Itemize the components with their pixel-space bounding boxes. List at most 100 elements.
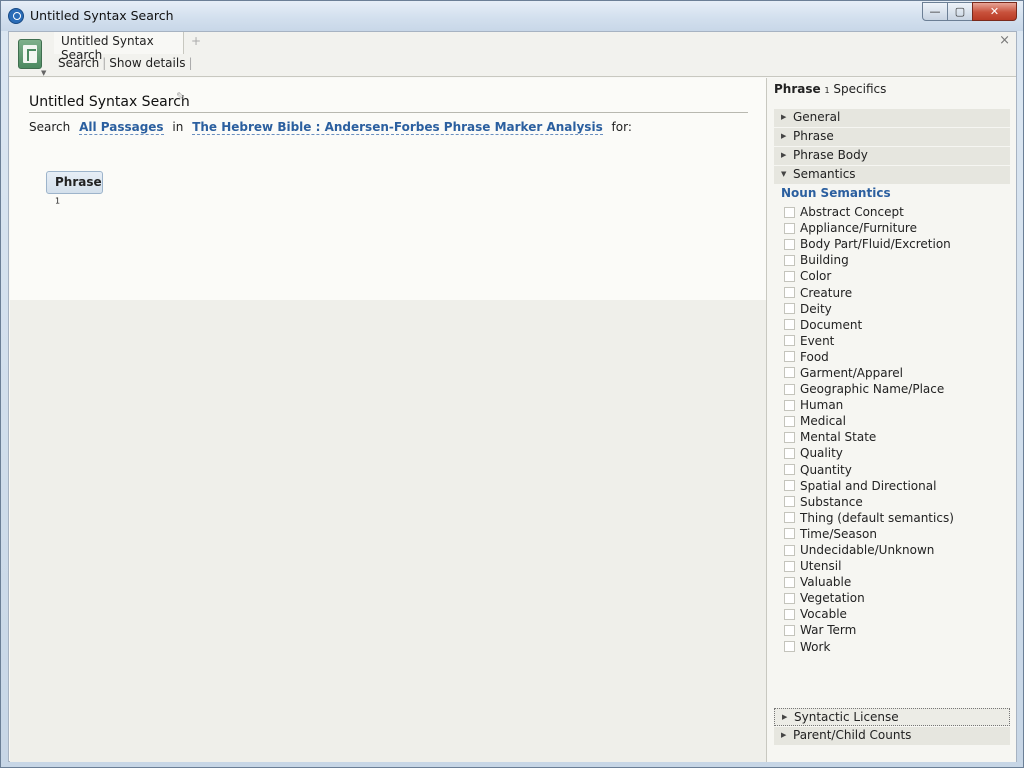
- collapse-arrow-icon: ▼: [781, 170, 787, 178]
- semantics-option[interactable]: Human: [784, 397, 954, 413]
- checkbox[interactable]: [784, 624, 795, 636]
- checkbox[interactable]: [784, 206, 795, 218]
- specifics-panel: Phrase 1 Specifics ▶ General ▶ Phrase ▶ …: [766, 78, 1016, 762]
- semantics-option[interactable]: Thing (default semantics): [784, 510, 954, 526]
- checkbox[interactable]: [784, 431, 795, 443]
- semantics-option[interactable]: Valuable: [784, 574, 954, 590]
- search-editor: Untitled Syntax Search ✎ Search All Pass…: [10, 78, 766, 762]
- semantics-option[interactable]: Creature: [784, 284, 954, 300]
- option-label: Human: [800, 398, 844, 413]
- maximize-button[interactable]: ▢: [947, 2, 973, 21]
- semantics-option[interactable]: Document: [784, 317, 954, 333]
- checkbox[interactable]: [784, 641, 795, 653]
- checkbox[interactable]: [784, 447, 795, 459]
- toolbar-separator: |: [102, 56, 107, 70]
- semantics-option[interactable]: Work: [784, 639, 954, 655]
- doc-menu-caret-icon[interactable]: ▼: [41, 69, 46, 77]
- checkbox[interactable]: [784, 415, 795, 427]
- search-prefix: Search: [29, 120, 71, 134]
- expand-arrow-icon: ▶: [781, 731, 787, 739]
- checkbox[interactable]: [784, 303, 795, 315]
- semantics-option[interactable]: Food: [784, 349, 954, 365]
- semantics-option[interactable]: Abstract Concept: [784, 204, 954, 220]
- checkbox[interactable]: [784, 496, 795, 508]
- semantics-option[interactable]: Color: [784, 268, 954, 284]
- panel-title: Phrase 1 Specifics: [774, 82, 886, 96]
- window-title: Untitled Syntax Search: [30, 8, 174, 23]
- checkbox[interactable]: [784, 254, 795, 266]
- section-parent-child-counts[interactable]: ▶ Parent/Child Counts: [774, 727, 1010, 745]
- client-area: ▼ Untitled Syntax Search + × Search | Sh…: [8, 31, 1017, 762]
- section-phrase-body[interactable]: ▶ Phrase Body: [774, 147, 1010, 165]
- section-general[interactable]: ▶ General: [774, 109, 1010, 127]
- semantics-option[interactable]: Undecidable/Unknown: [784, 542, 954, 558]
- semantics-option[interactable]: Event: [784, 333, 954, 349]
- semantics-option[interactable]: Substance: [784, 494, 954, 510]
- syntax-search-doc-icon[interactable]: [18, 39, 42, 69]
- checkbox[interactable]: [784, 512, 795, 524]
- checkbox[interactable]: [784, 592, 795, 604]
- option-label: Valuable: [800, 575, 852, 590]
- checkbox[interactable]: [784, 335, 795, 347]
- option-label: Spatial and Directional: [800, 478, 937, 493]
- option-label: Quantity: [800, 462, 852, 477]
- checkbox[interactable]: [784, 270, 795, 282]
- section-semantics[interactable]: ▼ Semantics: [774, 166, 1010, 184]
- tab-untitled-syntax-search[interactable]: Untitled Syntax Search: [54, 32, 184, 62]
- semantics-option[interactable]: Geographic Name/Place: [784, 381, 954, 397]
- toolbar-actions: Search | Show details |: [58, 56, 196, 70]
- close-button[interactable]: ✕: [972, 2, 1017, 21]
- checkbox[interactable]: [784, 399, 795, 411]
- semantics-option[interactable]: Spatial and Directional: [784, 478, 954, 494]
- checkbox[interactable]: [784, 528, 795, 540]
- option-label: Vegetation: [800, 591, 865, 606]
- semantics-option[interactable]: Vegetation: [784, 590, 954, 606]
- expand-arrow-icon: ▶: [782, 713, 788, 721]
- option-label: Garment/Apparel: [800, 365, 903, 380]
- title-bar[interactable]: Untitled Syntax Search — ▢ ✕: [1, 1, 1023, 31]
- range-link[interactable]: All Passages: [79, 120, 164, 135]
- option-label: Event: [800, 333, 835, 348]
- resource-link[interactable]: The Hebrew Bible : Andersen-Forbes Phras…: [192, 120, 603, 135]
- semantics-option[interactable]: Quantity: [784, 462, 954, 478]
- checkbox[interactable]: [784, 560, 795, 572]
- semantics-option[interactable]: Deity: [784, 301, 954, 317]
- semantics-option[interactable]: Utensil: [784, 558, 954, 574]
- checkbox[interactable]: [784, 608, 795, 620]
- section-phrase[interactable]: ▶ Phrase: [774, 128, 1010, 146]
- checkbox[interactable]: [784, 544, 795, 556]
- checkbox[interactable]: [784, 576, 795, 588]
- noun-semantics-list: Abstract Concept Appliance/Furniture Body …: [784, 204, 954, 655]
- semantics-option[interactable]: Building: [784, 252, 954, 268]
- checkbox[interactable]: [784, 464, 795, 476]
- search-title[interactable]: Untitled Syntax Search: [29, 94, 190, 110]
- semantics-option[interactable]: Garment/Apparel: [784, 365, 954, 381]
- checkbox[interactable]: [784, 480, 795, 492]
- semantics-option[interactable]: Body Part/Fluid/Excretion: [784, 236, 954, 252]
- checkbox[interactable]: [784, 222, 795, 234]
- add-tab-icon[interactable]: +: [191, 34, 201, 48]
- semantics-option[interactable]: Vocable: [784, 606, 954, 622]
- checkbox[interactable]: [784, 351, 795, 363]
- checkbox[interactable]: [784, 367, 795, 379]
- section-syntactic-license[interactable]: ▶ Syntactic License: [774, 708, 1010, 726]
- section-label: Phrase: [793, 129, 834, 143]
- minimize-button[interactable]: —: [922, 2, 948, 21]
- checkbox[interactable]: [784, 319, 795, 331]
- search-scope-line: Search All Passages in The Hebrew Bible …: [29, 120, 632, 135]
- phrase-node[interactable]: Phrase 1: [46, 171, 103, 205]
- checkbox[interactable]: [784, 238, 795, 250]
- close-tab-icon[interactable]: ×: [999, 33, 1010, 48]
- semantics-option[interactable]: Appliance/Furniture: [784, 220, 954, 236]
- checkbox[interactable]: [784, 383, 795, 395]
- semantics-option[interactable]: Medical: [784, 413, 954, 429]
- checkbox[interactable]: [784, 287, 795, 299]
- show-details-button[interactable]: Show details: [109, 56, 185, 70]
- search-button[interactable]: Search: [58, 56, 99, 70]
- semantics-option[interactable]: Mental State: [784, 429, 954, 445]
- edit-pencil-icon[interactable]: ✎: [176, 90, 185, 103]
- semantics-option[interactable]: Time/Season: [784, 526, 954, 542]
- semantics-option[interactable]: Quality: [784, 445, 954, 461]
- semantics-option[interactable]: War Term: [784, 622, 954, 638]
- phrase-node-label: Phrase: [55, 175, 102, 189]
